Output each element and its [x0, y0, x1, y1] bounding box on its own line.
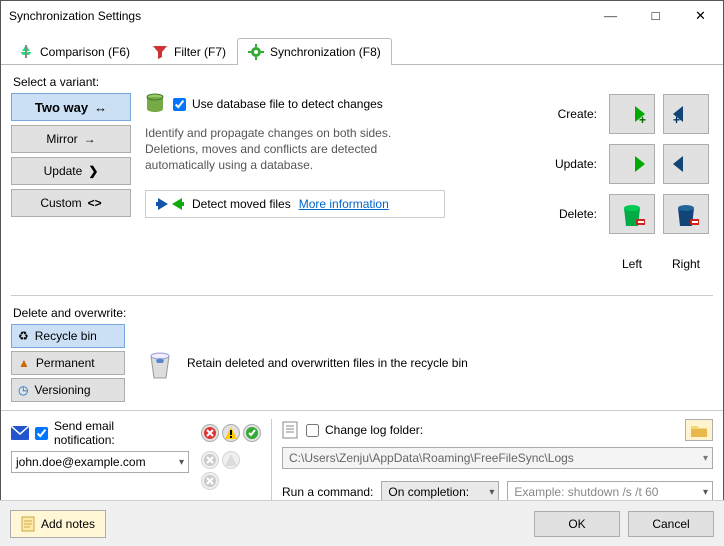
- variant-label: Mirror: [46, 132, 77, 146]
- svg-text:+: +: [673, 113, 680, 126]
- change-log-folder-input[interactable]: [306, 424, 319, 437]
- clock-icon: ◷: [18, 383, 28, 397]
- chevron-down-icon: ▾: [703, 487, 708, 498]
- tab-label: Comparison (F6): [40, 45, 130, 59]
- chevron-down-icon: ▾: [179, 457, 184, 468]
- mail-icon: [11, 426, 29, 440]
- dialog-footer: Add notes OK Cancel: [0, 500, 724, 546]
- create-label: Create:: [547, 107, 601, 121]
- add-notes-label: Add notes: [41, 517, 95, 531]
- sync-ops-grid: Create: + + Update: Delete: Left Right: [547, 93, 713, 285]
- titlebar: Synchronization Settings — □ ✕: [1, 1, 723, 31]
- variant-custom[interactable]: Custom <>: [11, 189, 131, 217]
- run-command-when-value: On completion:: [388, 485, 469, 499]
- notify-warning-off[interactable]: [222, 451, 240, 469]
- right-column-label: Right: [663, 257, 709, 271]
- right-arrow-icon: →: [84, 132, 96, 146]
- close-button[interactable]: ✕: [678, 1, 723, 31]
- chevron-down-icon: ▾: [703, 453, 708, 464]
- log-path-combo[interactable]: C:\Users\Zenju\AppData\Roaming\FreeFileS…: [282, 447, 713, 469]
- delete-mode-permanent[interactable]: ▲ Permanent: [11, 351, 125, 375]
- variant-label: Update: [44, 164, 83, 178]
- variant-two-way[interactable]: Two way ↔: [11, 93, 131, 121]
- delete-left-button[interactable]: [609, 194, 655, 234]
- cancel-label: Cancel: [652, 517, 689, 531]
- create-left-button[interactable]: +: [609, 94, 655, 134]
- variant-heading: Select a variant:: [13, 75, 713, 89]
- minimize-button[interactable]: —: [588, 1, 633, 31]
- variant-label: Two way: [35, 100, 88, 115]
- fire-icon: ▲: [18, 356, 30, 370]
- detect-moved-label: Detect moved files: [192, 197, 291, 211]
- delete-mode-label: Recycle bin: [35, 329, 97, 343]
- code-icon: <>: [88, 196, 102, 210]
- recycle-bin-icon: [145, 346, 175, 380]
- variant-update[interactable]: Update ❯: [11, 157, 131, 185]
- create-right-button[interactable]: +: [663, 94, 709, 134]
- notify-error-off[interactable]: [201, 451, 219, 469]
- delete-overwrite-heading: Delete and overwrite:: [13, 306, 713, 320]
- chevron-right-icon: ❯: [88, 164, 98, 178]
- browse-log-folder-button[interactable]: [685, 419, 713, 441]
- note-icon: [21, 516, 35, 532]
- use-database-checkbox[interactable]: Use database file to detect changes: [173, 97, 383, 111]
- delete-mode-list: ♻ Recycle bin ▲ Permanent ◷ Versioning: [11, 324, 125, 402]
- notify-warning-toggle[interactable]: [222, 424, 240, 442]
- maximize-button[interactable]: □: [633, 1, 678, 31]
- variant-mirror[interactable]: Mirror →: [11, 125, 131, 153]
- notify-success-toggle[interactable]: [243, 424, 261, 442]
- run-command-label: Run a command:: [282, 485, 373, 499]
- email-address-combo[interactable]: john.doe@example.com ▾: [11, 451, 189, 473]
- notify-error-off2[interactable]: [201, 472, 219, 490]
- svg-text:+: +: [639, 113, 646, 126]
- email-address-value: john.doe@example.com: [16, 455, 146, 469]
- left-right-arrows-icon: [156, 197, 184, 211]
- log-path-value: C:\Users\Zenju\AppData\Roaming\FreeFileS…: [289, 451, 574, 465]
- send-email-checkbox[interactable]: Send email notification:: [35, 419, 177, 447]
- delete-mode-versioning[interactable]: ◷ Versioning: [11, 378, 125, 402]
- recycle-icon: ♻: [18, 329, 29, 343]
- left-column-label: Left: [609, 257, 655, 271]
- delete-mode-label: Versioning: [34, 383, 90, 397]
- add-notes-button[interactable]: Add notes: [10, 510, 106, 538]
- update-left-button[interactable]: [609, 144, 655, 184]
- variant-label: Custom: [40, 196, 81, 210]
- change-log-folder-label: Change log folder:: [325, 423, 423, 437]
- tab-comparison[interactable]: Comparison (F6): [7, 38, 141, 65]
- delete-mode-description: Retain deleted and overwritten files in …: [187, 356, 468, 370]
- gear-icon: [248, 44, 264, 60]
- cancel-button[interactable]: Cancel: [628, 511, 714, 537]
- send-email-label: Send email notification:: [54, 419, 177, 447]
- variant-list: Two way ↔ Mirror → Update ❯ Custom <>: [11, 93, 131, 285]
- notify-error-toggle[interactable]: [201, 424, 219, 442]
- use-database-label: Use database file to detect changes: [192, 97, 383, 111]
- tab-bar: Comparison (F6) Filter (F7) Synchronizat…: [1, 31, 723, 65]
- change-log-folder-checkbox[interactable]: Change log folder:: [306, 423, 423, 437]
- update-label: Update:: [547, 157, 601, 171]
- update-right-button[interactable]: [663, 144, 709, 184]
- tab-label: Filter (F7): [174, 45, 226, 59]
- database-icon: [145, 93, 165, 115]
- tab-label: Synchronization (F8): [270, 45, 381, 59]
- ok-button[interactable]: OK: [534, 511, 620, 537]
- delete-mode-label: Permanent: [36, 356, 95, 370]
- variant-description: Identify and propagate changes on both s…: [145, 125, 405, 174]
- two-way-arrow-icon: ↔: [94, 100, 107, 115]
- send-email-input[interactable]: [35, 427, 48, 440]
- balance-icon: [18, 44, 34, 60]
- use-database-input[interactable]: [173, 98, 186, 111]
- log-icon: [282, 421, 298, 439]
- ok-label: OK: [568, 517, 585, 531]
- chevron-down-icon: ▾: [489, 487, 494, 498]
- run-command-placeholder: Example: shutdown /s /t 60: [514, 485, 658, 499]
- delete-mode-recycle[interactable]: ♻ Recycle bin: [11, 324, 125, 348]
- more-information-link[interactable]: More information: [299, 197, 389, 211]
- tab-filter[interactable]: Filter (F7): [141, 38, 237, 65]
- funnel-icon: [152, 44, 168, 60]
- tab-synchronization[interactable]: Synchronization (F8): [237, 38, 392, 65]
- delete-right-button[interactable]: [663, 194, 709, 234]
- detect-moved-panel: Detect moved files More information: [145, 190, 445, 218]
- delete-label: Delete:: [547, 207, 601, 221]
- window-title: Synchronization Settings: [9, 9, 588, 23]
